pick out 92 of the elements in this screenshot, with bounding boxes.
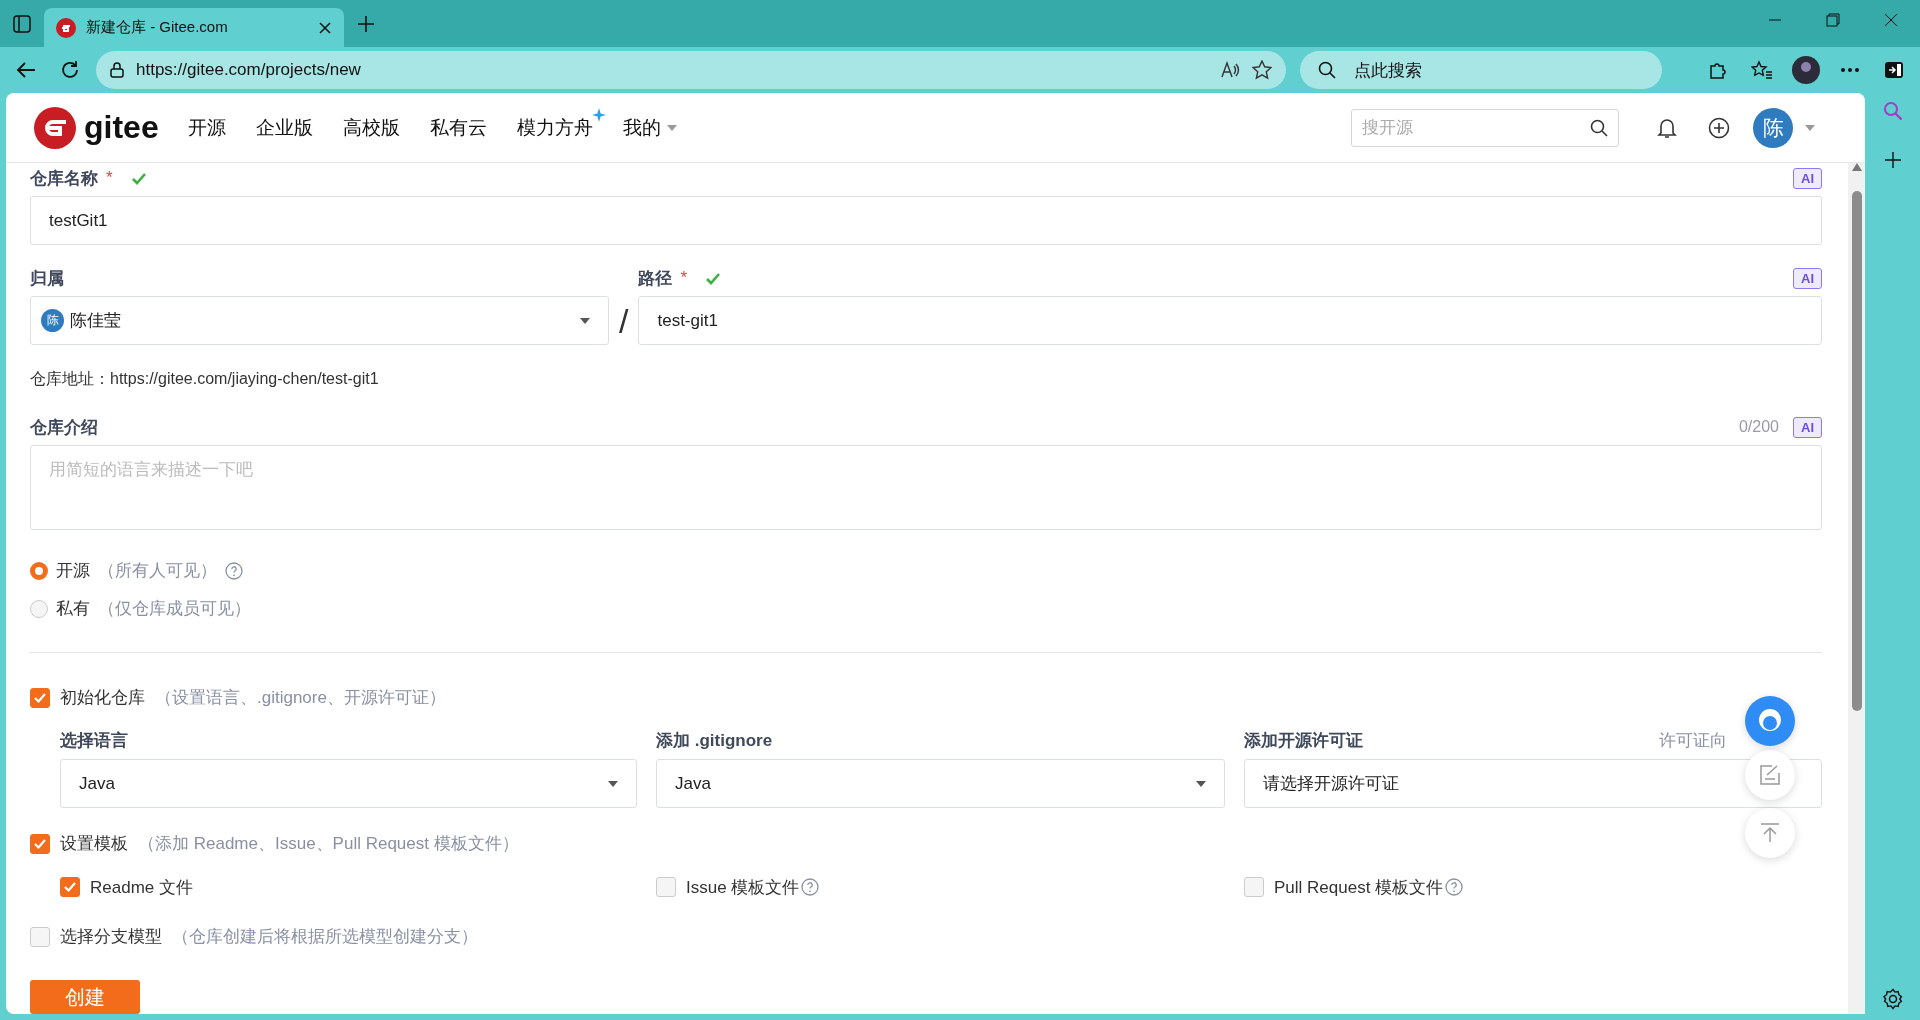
add-circle-icon[interactable]	[1708, 116, 1730, 139]
repo-url-text: 仓库地址：https://gitee.com/jiaying-chen/test-git1	[30, 369, 380, 389]
ai-button[interactable]: AI	[1793, 416, 1822, 438]
favicon-icon	[56, 17, 76, 38]
required-mark: *	[106, 168, 113, 188]
field-label: 仓库名称	[30, 167, 98, 190]
user-avatar[interactable]: 陈	[1753, 107, 1793, 148]
checkbox-note: （仓库创建后将根据所选模型创建分支）	[172, 926, 478, 949]
add-icon[interactable]	[1883, 151, 1902, 169]
field-label: 仓库介绍	[30, 416, 98, 439]
license-field[interactable]: 请选择开源许可证	[1244, 759, 1822, 809]
caret-icon[interactable]	[1805, 124, 1815, 131]
nav-link[interactable]: 高校版	[327, 105, 415, 150]
checkbox-label[interactable]: 初始化仓库	[60, 686, 145, 710]
check-icon	[34, 692, 46, 703]
checkbox-note: （设置语言、.gitignore、开源许可证）	[155, 687, 446, 710]
checkbox[interactable]	[656, 877, 676, 898]
field-label: 添加 .gitignore	[656, 729, 773, 752]
checkbox[interactable]	[1244, 877, 1264, 898]
field-label: 添加开源许可证	[1244, 729, 1363, 752]
checkbox[interactable]	[30, 833, 50, 854]
nav-link[interactable]: 我的	[607, 105, 692, 150]
ai-button[interactable]: AI	[1793, 267, 1822, 289]
restore-icon[interactable]	[1826, 13, 1840, 27]
checkbox-label[interactable]: 设置模板	[60, 832, 128, 856]
sidebar-icon[interactable]	[1884, 61, 1904, 79]
more-icon[interactable]	[1840, 67, 1860, 73]
radio-note: （所有人可见）	[98, 560, 217, 583]
assistant-button[interactable]	[1745, 696, 1795, 746]
browser-tab[interactable]: 新建仓库 - Gitee.com	[44, 8, 344, 47]
refresh-icon[interactable]	[60, 60, 80, 80]
new-tab-icon[interactable]	[357, 14, 375, 33]
check-icon	[34, 838, 46, 849]
check-icon	[64, 882, 76, 893]
checkbox[interactable]	[30, 687, 50, 708]
nav-link[interactable]: 私有云	[414, 105, 502, 150]
checkbox-note: （添加 Readme、Issue、Pull Request 模板文件）	[138, 833, 519, 856]
separator: /	[619, 302, 629, 342]
avatar-icon: 陈	[41, 309, 64, 332]
search-icon	[1590, 118, 1608, 137]
favorites-icon[interactable]	[1751, 60, 1773, 80]
logo-icon	[34, 106, 76, 149]
char-counter: 0/200	[1738, 418, 1779, 436]
search-icon	[1318, 61, 1336, 79]
field-label: 路径	[638, 267, 673, 290]
nav-link[interactable]: 开源	[172, 105, 241, 150]
arrow-up-icon	[1759, 822, 1781, 844]
caret-icon	[1196, 780, 1206, 787]
checkbox-label[interactable]: Pull Request 模板文件	[1274, 875, 1444, 899]
checkbox-label[interactable]: 选择分支模型	[60, 925, 162, 949]
required-mark: *	[680, 268, 688, 288]
lock-icon	[110, 62, 124, 78]
checkbox-label[interactable]: Issue 模板文件	[686, 875, 800, 899]
radio-button[interactable]	[30, 599, 48, 618]
logo-text[interactable]: gitee	[84, 109, 159, 146]
nav-link[interactable]: 模力方舟	[501, 105, 608, 150]
profile-avatar-icon[interactable]	[1791, 55, 1821, 85]
caret-icon	[608, 780, 618, 787]
scrollbar[interactable]	[1848, 163, 1865, 1014]
caret-icon	[580, 317, 590, 324]
edit-icon	[1759, 764, 1781, 786]
close-icon[interactable]	[1884, 13, 1898, 27]
checkbox[interactable]	[60, 877, 80, 898]
field-label: 归属	[30, 267, 64, 290]
radio-note: （仅仓库成员可见）	[98, 598, 251, 621]
owner-select[interactable]: 陈 陈佳莹	[30, 296, 609, 345]
puzzle-icon[interactable]	[1708, 60, 1728, 80]
sparkle-icon	[591, 107, 606, 122]
read-aloud-icon[interactable]	[1220, 61, 1240, 79]
sidebar-toggle-icon[interactable]	[13, 14, 31, 33]
radio-button[interactable]	[30, 561, 48, 580]
select-field[interactable]: Java	[656, 759, 1225, 809]
caret-icon	[666, 124, 677, 131]
repo-name-field[interactable]: testGit1	[30, 196, 1822, 245]
bell-icon[interactable]	[1657, 116, 1677, 139]
field-label: 选择语言	[60, 729, 128, 752]
nav-link[interactable]: 企业版	[240, 105, 328, 150]
search-icon[interactable]	[1882, 101, 1903, 121]
back-icon[interactable]	[16, 61, 36, 79]
close-icon[interactable]	[318, 20, 332, 35]
scroll-up-icon	[1851, 163, 1862, 171]
settings-icon[interactable]	[1881, 988, 1904, 1010]
path-field[interactable]: test-git1	[638, 296, 1822, 345]
search-field[interactable]: 点此搜索	[1300, 51, 1662, 89]
star-icon[interactable]	[1252, 60, 1272, 80]
radio-label[interactable]: 开源	[56, 559, 90, 583]
checkbox[interactable]	[30, 926, 50, 947]
address-bar[interactable]: https://gitee.com/projects/new	[96, 51, 1286, 89]
radio-label[interactable]: 私有	[56, 597, 90, 621]
select-field[interactable]: Java	[60, 759, 637, 809]
ai-button[interactable]: AI	[1793, 167, 1822, 189]
checkbox-label[interactable]: Readme 文件	[90, 875, 193, 899]
